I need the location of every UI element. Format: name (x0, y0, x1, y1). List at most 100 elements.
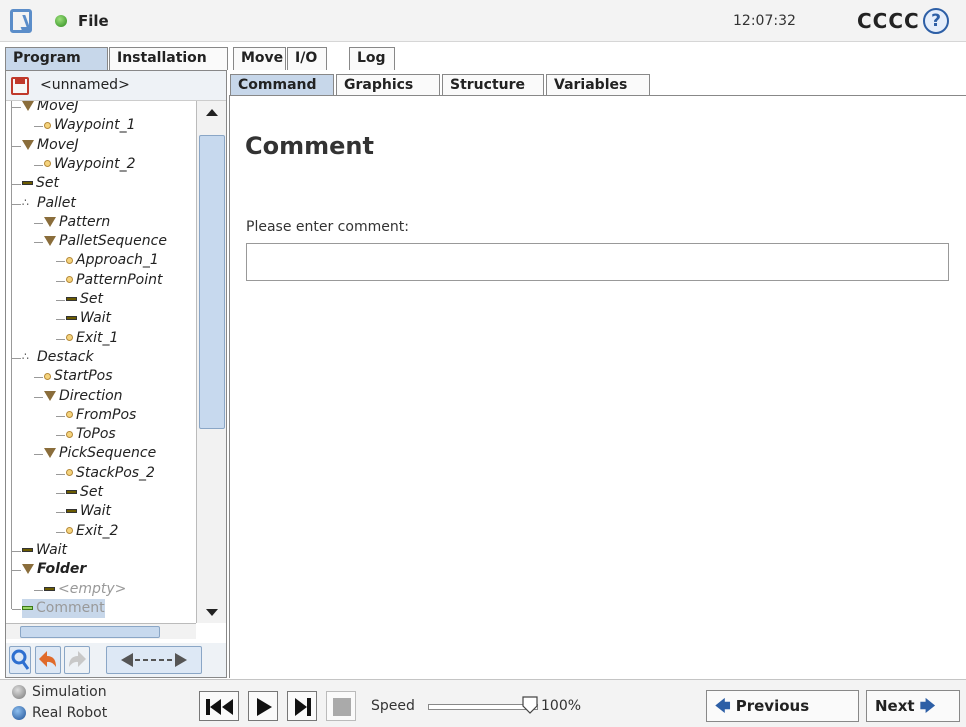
tab-program[interactable]: Program (5, 47, 108, 71)
tree-connector (12, 107, 21, 108)
direction-icon (44, 390, 56, 401)
tree-node[interactable]: PalletSequence (44, 232, 167, 251)
scroll-thumb[interactable] (199, 135, 225, 429)
tree-node[interactable]: Exit_2 (66, 522, 118, 541)
tree-node[interactable]: PickSequence (44, 444, 156, 463)
tree-node[interactable]: ∴ Pallet (22, 194, 76, 213)
tab-command[interactable]: Command (230, 74, 334, 96)
set-icon (66, 297, 77, 301)
previous-label: Previous (735, 697, 810, 715)
tree-node[interactable]: MoveJ (22, 101, 79, 116)
tab-io[interactable]: I/O (287, 47, 327, 70)
tree-node[interactable]: Waypoint_2 (44, 155, 136, 174)
tree-node[interactable]: Set (22, 174, 59, 193)
tree-node-label: ToPos (76, 426, 116, 443)
tab-log[interactable]: Log (349, 47, 395, 70)
tree-connector (12, 570, 21, 572)
tab-move[interactable]: Move (233, 47, 286, 70)
destack-icon: ∴ (22, 349, 29, 363)
tree-node[interactable]: Exit_1 (66, 329, 118, 348)
comment-icon (22, 605, 33, 610)
command-title: Comment (245, 132, 374, 160)
tree-node[interactable]: <empty> (44, 580, 126, 599)
tree-node[interactable]: Waypoint_1 (44, 116, 136, 135)
tree-connector (56, 338, 65, 340)
tree-connector (56, 512, 65, 514)
scroll-down-icon[interactable] (206, 609, 218, 616)
tab-structure[interactable]: Structure (442, 74, 544, 96)
pattern-icon (44, 216, 56, 227)
tree-node-label: Direction (59, 387, 123, 404)
tree-node-label: Waypoint_1 (54, 117, 136, 134)
tree-node[interactable]: Folder (22, 560, 86, 579)
tree-node[interactable]: Direction (44, 387, 123, 406)
skip-back-button[interactable] (199, 691, 239, 721)
tree-node-label: FromPos (76, 406, 137, 423)
comment-input[interactable] (246, 243, 949, 281)
next-button[interactable]: Next 🡆 (866, 690, 960, 722)
tree-connector (34, 377, 43, 379)
tree-node-label: Exit_1 (76, 329, 119, 346)
tree-node[interactable]: ∴ Destack (22, 348, 94, 367)
tree-connector (56, 493, 65, 494)
tab-installation[interactable]: Installation (109, 47, 228, 70)
simulation-option[interactable]: Simulation (12, 684, 107, 700)
step-icon (295, 698, 311, 716)
comment-prompt: Please enter comment: (246, 219, 409, 235)
save-icon[interactable] (11, 77, 29, 95)
real-robot-option[interactable]: Real Robot (12, 705, 107, 721)
search-button[interactable] (9, 646, 31, 674)
radio-off-icon (12, 685, 26, 699)
redo-button[interactable] (64, 646, 90, 674)
help-icon[interactable]: ? (923, 8, 949, 34)
tree-node[interactable]: Set (66, 483, 103, 502)
pallet-icon: ∴ (22, 195, 29, 209)
speed-slider-thumb[interactable] (522, 696, 538, 714)
tree-connector (56, 319, 65, 321)
tree-vertical-scrollbar[interactable] (196, 101, 226, 623)
folder-icon (22, 564, 34, 575)
tree-node[interactable]: MoveJ (22, 136, 79, 155)
tree-connector (34, 164, 43, 166)
tree-node[interactable]: Wait (66, 309, 111, 328)
bottom-bar: Simulation Real Robot Speed 100% 🡄 Previ… (0, 679, 966, 727)
cut-paste-button[interactable] (106, 646, 202, 674)
previous-button[interactable]: 🡄 Previous (706, 690, 859, 722)
tree-node[interactable]: StartPos (44, 367, 113, 386)
stop-icon (333, 698, 351, 716)
tree-node[interactable]: Wait (66, 502, 111, 521)
tree-node[interactable]: Comment (22, 598, 105, 618)
tree-node[interactable]: Pattern (44, 213, 110, 232)
play-icon (257, 698, 272, 716)
program-tree[interactable]: MoveJ Waypoint_1 MoveJ Waypoint_2 Set ∴ Pallet… (6, 101, 196, 623)
stop-button[interactable] (326, 691, 356, 721)
command-panel: Comment Please enter comment: (229, 95, 966, 678)
play-button[interactable] (248, 691, 278, 721)
tree-node[interactable]: StackPos_2 (66, 464, 155, 483)
hscroll-thumb[interactable] (20, 626, 160, 638)
tree-node[interactable]: ToPos (66, 425, 116, 444)
tree-connector (34, 222, 43, 224)
tree-node-label: Wait (36, 541, 68, 558)
file-menu[interactable]: File (78, 12, 109, 30)
tab-graphics[interactable]: Graphics (336, 74, 440, 96)
tree-node-label: Pattern (59, 213, 111, 230)
tree-node[interactable]: FromPos (66, 406, 136, 425)
step-button[interactable] (287, 691, 317, 721)
tree-node[interactable]: Approach_1 (66, 251, 159, 270)
radio-on-icon (12, 706, 26, 720)
waypoint-icon (66, 430, 73, 438)
tree-node[interactable]: Wait (22, 541, 67, 560)
tree-connector (56, 531, 65, 533)
waypoint-icon (44, 160, 51, 168)
tree-horizontal-scrollbar[interactable] (6, 623, 196, 639)
tree-node[interactable]: Set (66, 290, 103, 309)
tab-variables[interactable]: Variables (546, 74, 650, 96)
scroll-up-icon[interactable] (206, 109, 218, 116)
tree-connector (56, 415, 65, 417)
undo-button[interactable] (35, 646, 61, 674)
tree-toolbar (6, 643, 226, 677)
tree-node[interactable]: PatternPoint (66, 271, 163, 290)
arrow-right-icon: 🡆 (919, 697, 936, 715)
wait-icon (22, 547, 33, 552)
